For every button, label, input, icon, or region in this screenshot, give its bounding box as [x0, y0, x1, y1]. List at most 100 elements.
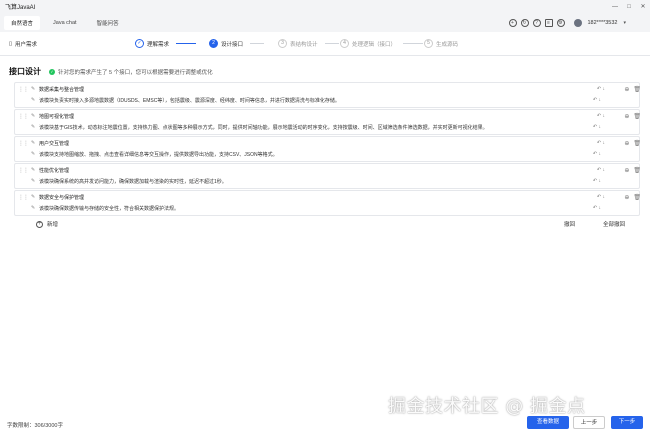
interface-title[interactable]: 数据安全与保护管理 — [39, 194, 84, 201]
undo-icon[interactable]: ↶ ↓ — [597, 140, 605, 147]
tab-smart-qa[interactable]: 智能问答 — [90, 16, 126, 30]
interface-desc[interactable]: 该模块确保数据传输与存储的安全性，符合相关数据保护法规。 — [39, 205, 179, 212]
maximize-button[interactable]: □ — [622, 4, 636, 10]
notice-text: 针对您的需求产生了 5 个接口，您可以根据需要进行调整或优化 — [58, 69, 213, 76]
tab-java-chat[interactable]: Java chat — [46, 17, 84, 29]
row-actions: ↶ ↓ — [593, 151, 605, 157]
refresh-icon[interactable]: ↻ — [520, 18, 529, 27]
step-label: 生成源码 — [436, 41, 459, 48]
list-item: ⋮⋮ ✎ 用户交互管理 ✎ 该模块支持地图缩放、拖拽、点击查看详细信息等交互操作… — [14, 136, 641, 162]
prev-step-button[interactable]: 上一步 — [573, 416, 605, 429]
avatar[interactable] — [573, 18, 582, 27]
step-number: 5 — [424, 39, 433, 48]
interface-desc[interactable]: 该模块支持地图缩放、拖拽、点击查看详细信息等交互操作，提供数据导出功能，支持CS… — [39, 151, 278, 158]
drag-handle-icon[interactable]: ⋮⋮ — [18, 113, 29, 120]
undo-icon[interactable]: ↶ ↓ — [597, 167, 605, 174]
undo-icon[interactable]: ↶ ↓ — [593, 205, 601, 211]
edit-icon[interactable]: ✎ — [31, 86, 35, 92]
undo-icon[interactable]: ↶ ↓ — [597, 113, 605, 120]
undo-icon[interactable]: ↶ ↓ — [593, 124, 601, 130]
row-actions: ↶ ↓ — [593, 205, 605, 211]
interface-title[interactable]: 数据采集与整合管理 — [39, 86, 84, 93]
minimize-button[interactable]: — — [608, 4, 622, 10]
undo-button[interactable]: 撤回 — [564, 220, 575, 228]
drag-handle-icon[interactable]: ⋮⋮ — [18, 86, 29, 93]
docs-icon[interactable]: ≡ — [544, 18, 553, 27]
add-circle-icon[interactable]: + — [508, 18, 517, 27]
edit-icon[interactable]: ✎ — [31, 124, 35, 130]
row-actions: ↶ ↓ — [597, 86, 605, 93]
add-interface-button[interactable]: + 新增 — [36, 220, 58, 228]
step-label: 理解需求 — [147, 41, 170, 48]
drag-handle-icon[interactable]: ⋮⋮ — [18, 167, 29, 174]
row-actions: ↶ ↓ — [593, 97, 605, 103]
username[interactable]: 182****3532 — [588, 20, 618, 26]
edit-icon[interactable]: ✎ — [31, 194, 35, 200]
edit-icon[interactable]: ✎ — [31, 140, 35, 146]
tab-natural-language[interactable]: 自然语言 — [4, 15, 41, 30]
chevron-down-icon[interactable]: ▾ — [623, 20, 626, 26]
trash-icon[interactable]: 🗑 — [633, 194, 641, 201]
edit-icon[interactable]: ✎ — [31, 167, 35, 173]
step-check-icon: ✓ — [135, 39, 144, 48]
drag-handle-icon[interactable]: ⋮⋮ — [18, 194, 29, 201]
undo-icon[interactable]: ↶ ↓ — [597, 86, 605, 93]
interface-desc[interactable]: 该模块基于GIS技术，动态标注地震位置，支持热力图、点状图等多种展示方式，同时，… — [39, 124, 488, 131]
settings-icon[interactable]: ⚙ — [556, 18, 565, 27]
drag-handle-icon[interactable]: ⋮⋮ — [18, 140, 29, 147]
step-number: 3 — [278, 39, 287, 48]
step-design-interface: 2 设计接口 — [209, 39, 265, 48]
add-circle-icon[interactable]: ⊕ — [624, 194, 629, 201]
add-circle-icon[interactable]: ⊕ — [624, 167, 629, 174]
step-label: 表结构设计 — [290, 41, 318, 48]
trash-icon[interactable]: 🗑 — [633, 140, 641, 147]
interface-desc[interactable]: 该模块确保系统的高并发访问能力，确保数据加载与渲染的实时性，延迟不超过1秒。 — [39, 178, 227, 185]
undo-icon[interactable]: ↶ ↓ — [597, 194, 605, 201]
step-connector — [176, 43, 197, 44]
plus-icon: + — [36, 220, 43, 228]
section-header: 接口设计 ✓ 针对您的需求产生了 5 个接口，您可以根据需要进行调整或优化 — [9, 66, 213, 77]
step-label: 设计接口 — [221, 41, 244, 48]
trash-icon[interactable]: 🗑 — [633, 167, 641, 174]
row-side-actions: ⊕ 🗑 — [624, 140, 641, 147]
interface-title[interactable]: 地图可视化管理 — [39, 113, 74, 120]
add-circle-icon[interactable]: ⊕ — [624, 113, 629, 120]
undo-icon[interactable]: ↶ ↓ — [593, 151, 601, 157]
undo-icon[interactable]: ↶ ↓ — [593, 97, 601, 103]
watermark: 掘金技术社区 @ 掘金点 — [388, 396, 586, 417]
row-side-actions: ⊕ 🗑 — [624, 194, 641, 201]
list-item: ⋮⋮ ✎ 数据安全与保护管理 ✎ 该模块确保数据传输与存储的安全性，符合相关数据… — [14, 190, 641, 216]
step-number: 2 — [209, 39, 218, 48]
interface-desc[interactable]: 该模块负责实时接入多源地震数据（IDUSDS、EMSC等），包括震级、震源深度、… — [39, 97, 340, 104]
interface-list: ⋮⋮ ✎ 数据采集与整合管理 ✎ 该模块负责实时接入多源地震数据（IDUSDS、… — [14, 82, 641, 217]
edit-icon[interactable]: ✎ — [31, 113, 35, 119]
add-circle-icon[interactable]: ⊕ — [624, 140, 629, 147]
row-actions: ↶ ↓ — [597, 140, 605, 147]
edit-icon[interactable]: ✎ — [31, 205, 35, 211]
step-connector — [250, 43, 265, 44]
help-icon[interactable]: ? — [532, 18, 541, 27]
step-label: 处理逻辑（接口） — [352, 41, 397, 48]
trash-icon[interactable]: 🗑 — [633, 113, 641, 120]
list-toolbar: + 新增 撤回 全部撤回 — [14, 218, 640, 230]
trash-icon[interactable]: 🗑 — [633, 86, 641, 93]
next-step-button[interactable]: 下一步 — [611, 416, 643, 429]
undo-all-button[interactable]: 全部撤回 — [603, 220, 625, 228]
view-data-button[interactable]: 查看数据 — [527, 416, 569, 429]
undo-icon[interactable]: ↶ ↓ — [593, 178, 601, 184]
row-side-actions: ⊕ 🗑 — [624, 86, 641, 93]
edit-icon[interactable]: ✎ — [31, 178, 35, 184]
step-logic: 4 处理逻辑（接口） — [340, 39, 424, 48]
notice: ✓ 针对您的需求产生了 5 个接口，您可以根据需要进行调整或优化 — [49, 68, 213, 76]
requirement-toggle[interactable]: ▯ 用户需求 — [9, 40, 37, 48]
interface-title[interactable]: 用户交互管理 — [39, 140, 69, 147]
app-title: 飞算JavaAI — [5, 5, 36, 11]
add-circle-icon[interactable]: ⊕ — [624, 86, 629, 93]
edit-icon[interactable]: ✎ — [31, 97, 35, 103]
window-controls: — □ ✕ — [608, 0, 650, 13]
edit-icon[interactable]: ✎ — [31, 151, 35, 157]
interface-title[interactable]: 性能优化管理 — [39, 167, 69, 174]
step-generate-code: 5 生成源码 — [424, 39, 458, 48]
list-item: ⋮⋮ ✎ 数据采集与整合管理 ✎ 该模块负责实时接入多源地震数据（IDUSDS、… — [14, 82, 641, 108]
close-window-button[interactable]: ✕ — [636, 3, 650, 10]
